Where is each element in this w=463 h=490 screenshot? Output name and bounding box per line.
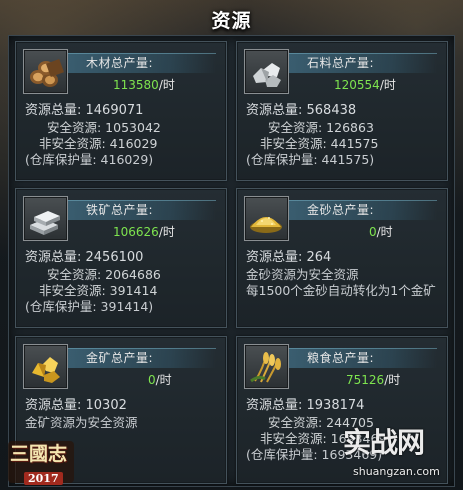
iron-rate: 106626/时 xyxy=(113,223,175,240)
total-line: 资源总量: 2456100 xyxy=(25,250,144,265)
rate-unit: /时 xyxy=(379,78,396,92)
rate-unit: /时 xyxy=(158,225,175,239)
wood-logs-icon xyxy=(23,49,68,94)
card-body: 资源总量: 10302 金矿资源为安全资源 xyxy=(25,397,222,431)
stone-icon xyxy=(244,49,289,94)
gold-ore-label: 金矿总产量: xyxy=(86,351,154,365)
note-line: 金矿资源为安全资源 xyxy=(25,415,138,430)
resource-card-wood: 木材总产量: 113580/时 资源总量: 1469071 安全资源: 1053… xyxy=(15,41,227,181)
card-header: 铁矿总产量: 106626/时 xyxy=(23,196,216,241)
stone-rate: 120554/时 xyxy=(334,76,396,93)
rate-value: 75126 xyxy=(346,373,385,387)
logo-year: 2017 xyxy=(24,472,63,485)
wood-label: 木材总产量: xyxy=(86,56,154,70)
grain-label: 粮食总产量: xyxy=(307,351,375,365)
unsafe-line: 非安全资源: 416029 xyxy=(39,136,158,151)
protect-line: (仓库保护量: 416029) xyxy=(25,152,154,167)
protect-line: (仓库保护量: 441575) xyxy=(246,152,375,167)
wood-rate: 113580/时 xyxy=(113,76,175,93)
total-line: 资源总量: 1469071 xyxy=(25,103,144,118)
total-line: 资源总量: 568438 xyxy=(246,103,357,118)
total-line: 资源总量: 264 xyxy=(246,250,332,265)
safe-line: 安全资源: 1053042 xyxy=(47,120,161,135)
card-header: 金砂总产量: 0/时 xyxy=(244,196,437,241)
stone-label: 石料总产量: xyxy=(307,56,375,70)
card-header: 木材总产量: 113580/时 xyxy=(23,49,216,94)
watermark-url: shuangzan.com xyxy=(353,465,440,478)
card-header: 粮食总产量: 75126/时 xyxy=(244,344,437,389)
iron-label: 铁矿总产量: xyxy=(86,203,154,217)
unsafe-line: 非安全资源: 441575 xyxy=(260,136,379,151)
total-line: 资源总量: 10302 xyxy=(25,398,127,413)
note-line: 每1500个金砂自动转化为1个金矿 xyxy=(246,283,436,298)
card-header: 石料总产量: 120554/时 xyxy=(244,49,437,94)
page-title: 资源 xyxy=(211,10,252,32)
card-header: 金矿总产量: 0/时 xyxy=(23,344,216,389)
card-body: 资源总量: 2456100 安全资源: 2064686 非安全资源: 39141… xyxy=(25,249,222,315)
protect-line: (仓库保护量: 391414) xyxy=(25,299,154,314)
rate-value: 113580 xyxy=(113,78,159,92)
resources-panel: 木材总产量: 113580/时 资源总量: 1469071 安全资源: 1053… xyxy=(8,35,455,487)
resource-card-grain: 粮食总产量: 75126/时 资源总量: 1938174 安全资源: 24470… xyxy=(236,336,448,484)
iron-ingot-icon xyxy=(23,196,68,241)
rate-unit: /时 xyxy=(384,373,401,387)
gold-ore-rate: 0/时 xyxy=(148,371,172,388)
resource-card-stone: 石料总产量: 120554/时 资源总量: 568438 安全资源: 12686… xyxy=(236,41,448,181)
gold-sand-label: 金砂总产量: xyxy=(307,203,375,217)
rate-unit: /时 xyxy=(376,225,393,239)
card-body: 资源总量: 264 金砂资源为安全资源 每1500个金砂自动转化为1个金矿 xyxy=(246,249,443,299)
card-body: 资源总量: 1469071 安全资源: 1053042 非安全资源: 41602… xyxy=(25,102,222,168)
card-body: 资源总量: 568438 安全资源: 126863 非安全资源: 441575 … xyxy=(246,102,443,168)
total-line: 资源总量: 1938174 xyxy=(246,398,365,413)
grain-icon xyxy=(244,344,289,389)
unsafe-line: 非安全资源: 391414 xyxy=(39,283,158,298)
rate-unit: /时 xyxy=(155,373,172,387)
resource-card-gold-sand: 金砂总产量: 0/时 资源总量: 264 金砂资源为安全资源 每1500个金砂自… xyxy=(236,188,448,328)
rate-value: 106626 xyxy=(113,225,159,239)
rate-unit: /时 xyxy=(158,78,175,92)
logo-title: 三國志 xyxy=(10,443,68,465)
safe-line: 安全资源: 126863 xyxy=(268,120,374,135)
watermark-text: 实战网 xyxy=(343,426,425,459)
gold-ore-icon xyxy=(23,344,68,389)
safe-line: 安全资源: 2064686 xyxy=(47,267,161,282)
gold-sand-icon xyxy=(244,196,289,241)
rate-value: 0 xyxy=(148,373,156,387)
rate-value: 0 xyxy=(369,225,377,239)
rate-value: 120554 xyxy=(334,78,380,92)
resource-card-iron: 铁矿总产量: 106626/时 资源总量: 2456100 安全资源: 2064… xyxy=(15,188,227,328)
note-line: 金砂资源为安全资源 xyxy=(246,267,359,282)
gold-sand-rate: 0/时 xyxy=(369,223,393,240)
grain-rate: 75126/时 xyxy=(346,371,400,388)
